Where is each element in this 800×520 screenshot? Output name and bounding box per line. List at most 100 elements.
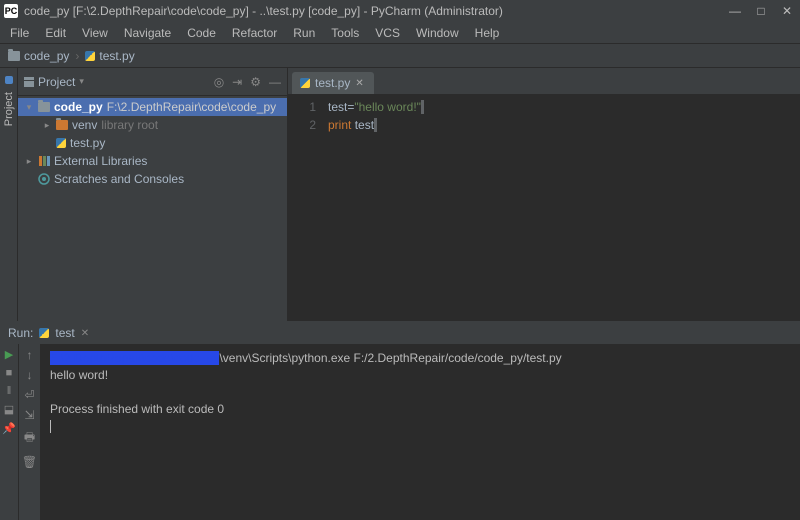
menu-run[interactable]: Run	[287, 24, 321, 42]
run-toolbar-mid: ↑ ↓ ⏎ ⇲ 🖶 🗑	[18, 344, 40, 520]
menu-vcs[interactable]: VCS	[369, 24, 406, 42]
expand-icon[interactable]: ▸	[24, 156, 34, 167]
close-tab-icon[interactable]: ✕	[355, 78, 363, 89]
menu-window[interactable]: Window	[410, 24, 465, 42]
project-view-icon	[24, 77, 34, 87]
project-panel: Project ▾ ◎ ⇥ ⚙ — ▾ code_py F:\2.DepthRe…	[18, 68, 288, 321]
pycharm-logo-icon: PC	[4, 4, 18, 18]
python-file-icon	[56, 138, 66, 148]
console-output[interactable]: F:\2.DepthRepair\code\code_py\venv\Scrip…	[40, 344, 800, 520]
breadcrumb[interactable]: code_py › test.py	[8, 49, 135, 63]
redacted-path: F:\2.DepthRepair\code\code_py	[50, 351, 219, 365]
caret-hint: ;	[374, 118, 377, 132]
project-tree: ▾ code_py F:\2.DepthRepair\code\code_py …	[18, 96, 287, 321]
line-number: 2	[288, 116, 316, 134]
clear-button[interactable]: 🗑	[22, 455, 37, 469]
pin-button[interactable]: 📌	[2, 422, 16, 435]
run-label: Run:	[8, 326, 33, 340]
menu-view[interactable]: View	[76, 24, 114, 42]
gear-icon[interactable]: ⚙	[250, 75, 261, 89]
window-title: code_py [F:\2.DepthRepair\code\code_py] …	[24, 4, 503, 18]
run-tab[interactable]: test	[55, 326, 74, 340]
down-button[interactable]: ↓	[27, 368, 33, 382]
folder-icon	[38, 102, 50, 112]
python-file-icon	[39, 328, 49, 338]
console-line: Process finished with exit code 0	[50, 401, 790, 418]
library-icon	[38, 155, 50, 167]
editor-tabs: test.py ✕	[288, 68, 800, 94]
pause-button[interactable]: ‖	[7, 385, 12, 397]
sidetab: Project	[0, 68, 18, 321]
stop-button[interactable]: ■	[6, 367, 13, 379]
tree-venv-name: venv	[72, 118, 97, 132]
cursor	[50, 420, 51, 433]
python-file-icon	[300, 78, 310, 88]
expand-icon[interactable]: ▸	[42, 120, 52, 131]
menu-edit[interactable]: Edit	[39, 24, 72, 42]
tree-root-path: F:\2.DepthRepair\code\code_py	[107, 100, 276, 114]
scratches-icon	[38, 173, 50, 185]
minimize-button[interactable]: —	[726, 4, 744, 18]
chevron-down-icon[interactable]: ▾	[79, 76, 84, 87]
collapse-icon[interactable]: ⇥	[232, 75, 242, 89]
tree-file-name: test.py	[70, 136, 105, 150]
menubar: File Edit View Navigate Code Refactor Ru…	[0, 22, 800, 44]
menu-tools[interactable]: Tools	[325, 24, 365, 42]
close-run-tab-icon[interactable]: ✕	[81, 328, 89, 339]
caret-hint: ;	[421, 100, 424, 114]
breadcrumb-file: test.py	[99, 49, 134, 63]
gutter: 1 2	[288, 98, 328, 321]
code-line[interactable]: test="hello word!";	[328, 98, 800, 116]
console-line	[50, 418, 790, 435]
print-button[interactable]: 🖶	[24, 428, 35, 449]
folder-icon	[8, 51, 20, 61]
tree-root[interactable]: ▾ code_py F:\2.DepthRepair\code\code_py	[18, 98, 287, 116]
soft-wrap-button[interactable]: ⏎	[24, 388, 34, 402]
editor: test.py ✕ 1 2 test="hello word!"; print …	[288, 68, 800, 321]
menu-refactor[interactable]: Refactor	[226, 24, 283, 42]
chevron-right-icon: ›	[75, 49, 79, 63]
console-line	[50, 384, 790, 401]
sidetab-project[interactable]: Project	[3, 88, 15, 130]
tree-scratches-label: Scratches and Consoles	[54, 172, 184, 186]
menu-navigate[interactable]: Navigate	[118, 24, 177, 42]
python-file-icon	[85, 51, 95, 61]
console-line: F:\2.DepthRepair\code\code_py\venv\Scrip…	[50, 350, 790, 367]
tree-root-name: code_py	[54, 100, 103, 114]
expand-icon[interactable]: ▾	[24, 102, 34, 113]
dump-button[interactable]: ⬓	[4, 403, 14, 416]
folder-excluded-icon	[56, 120, 68, 130]
close-button[interactable]: ✕	[778, 4, 796, 18]
rerun-button[interactable]: ▶	[5, 348, 13, 361]
line-number: 1	[288, 98, 316, 116]
editor-tab[interactable]: test.py ✕	[292, 72, 374, 94]
breadcrumb-folder: code_py	[24, 49, 69, 63]
menu-help[interactable]: Help	[469, 24, 506, 42]
editor-tab-label: test.py	[315, 76, 350, 90]
run-toolbar-left: ▶ ■ ‖ ⬓ 📌	[0, 344, 18, 520]
run-header: Run: test ✕	[0, 322, 800, 344]
tree-file[interactable]: test.py	[18, 134, 287, 152]
run-panel: Run: test ✕ ▶ ■ ‖ ⬓ 📌 ↑ ↓ ⏎ ⇲ 🖶 🗑 F:\2.D…	[0, 321, 800, 520]
hide-icon[interactable]: —	[269, 75, 281, 89]
up-button[interactable]: ↑	[27, 348, 33, 362]
menu-code[interactable]: Code	[181, 24, 222, 42]
console-line: hello word!	[50, 367, 790, 384]
project-tool-icon[interactable]	[5, 76, 13, 84]
project-header: Project ▾ ◎ ⇥ ⚙ —	[18, 68, 287, 96]
scroll-button[interactable]: ⇲	[24, 408, 34, 422]
tree-external-label: External Libraries	[54, 154, 147, 168]
breadcrumb-toolbar: code_py › test.py	[0, 44, 800, 68]
menu-file[interactable]: File	[4, 24, 35, 42]
code-line[interactable]: print test;	[328, 116, 800, 134]
titlebar: PC code_py [F:\2.DepthRepair\code\code_p…	[0, 0, 800, 22]
code-lines[interactable]: test="hello word!"; print test;	[328, 98, 800, 321]
tree-scratches[interactable]: Scratches and Consoles	[18, 170, 287, 188]
maximize-button[interactable]: □	[752, 4, 770, 18]
tree-venv[interactable]: ▸ venv library root	[18, 116, 287, 134]
project-title[interactable]: Project	[38, 75, 75, 89]
target-icon[interactable]: ◎	[214, 75, 224, 89]
tree-external[interactable]: ▸ External Libraries	[18, 152, 287, 170]
tree-venv-note: library root	[101, 118, 158, 132]
code-area[interactable]: 1 2 test="hello word!"; print test;	[288, 94, 800, 321]
